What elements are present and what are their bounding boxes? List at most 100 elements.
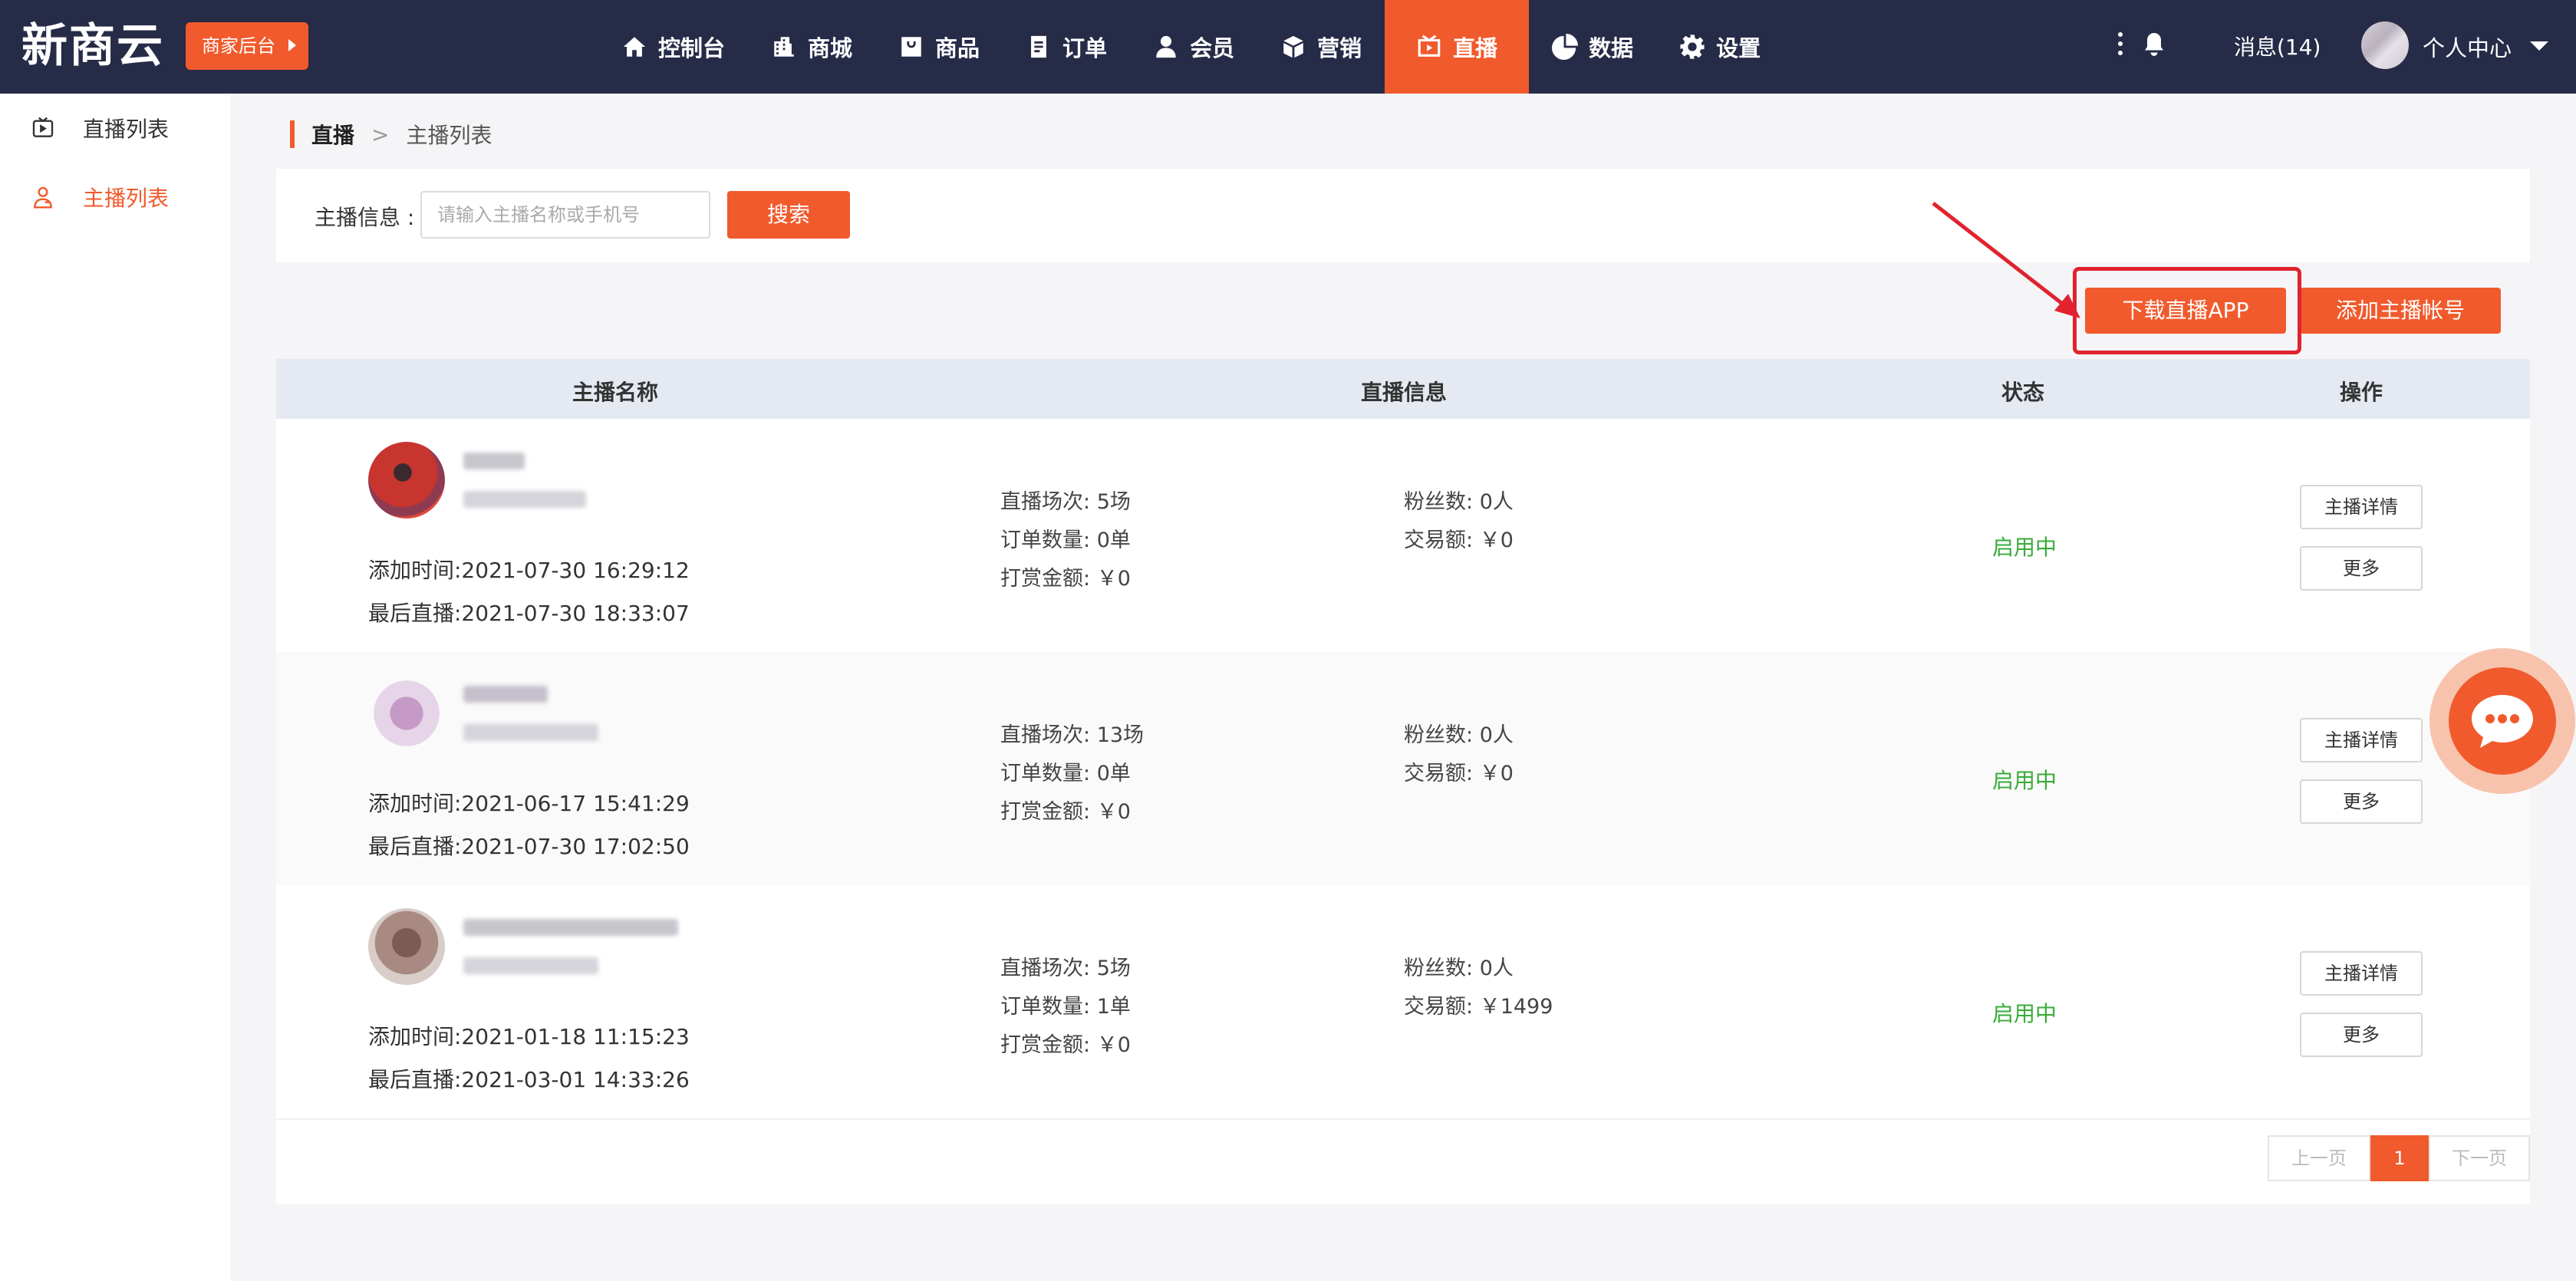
pagination: 上一页 1 下一页 <box>2268 1135 2530 1181</box>
page-number-current[interactable]: 1 <box>2370 1135 2429 1181</box>
order-count: 订单数量: 0单 <box>1000 529 1131 552</box>
nav-item-mall[interactable]: 商城 <box>748 0 875 94</box>
live-icon <box>1418 35 1441 57</box>
search-input[interactable] <box>420 191 710 239</box>
tip-amount: 打赏金额: ￥0 <box>1000 1033 1131 1057</box>
nav-item-marketing[interactable]: 营销 <box>1257 0 1385 94</box>
live-sessions: 直播场次: 13场 <box>1000 723 1145 747</box>
prev-page-button[interactable]: 上一页 <box>2268 1135 2370 1181</box>
trade-amount: 交易额: ￥0 <box>1404 529 1514 552</box>
nav-item-label: 数据 <box>1589 35 1634 61</box>
nav-item-orders[interactable]: 订单 <box>1003 0 1130 94</box>
add-anchor-account-button[interactable]: 添加主播帐号 <box>2300 288 2501 334</box>
sidebar-item-live-list[interactable]: 直播列表 <box>0 101 230 155</box>
nav-item-live[interactable]: 直播 <box>1385 0 1530 94</box>
more-button[interactable]: 更多 <box>2300 1013 2423 1057</box>
live-list-icon <box>32 117 54 137</box>
more-vertical-icon[interactable] <box>2118 32 2124 60</box>
added-time: 添加时间:2021-07-30 16:29:12 <box>368 558 690 583</box>
next-page-button[interactable]: 下一页 <box>2429 1135 2530 1181</box>
nav-item-label: 商城 <box>808 35 853 61</box>
anchor-phone-redacted <box>463 957 598 974</box>
pie-chart-icon <box>1552 34 1579 60</box>
anchor-phone-redacted <box>463 491 586 508</box>
added-time: 添加时间:2021-06-17 15:41:29 <box>368 791 690 816</box>
table-row: 添加时间:2021-07-30 16:29:12 最后直播:2021-07-30… <box>276 419 2530 652</box>
live-sessions: 直播场次: 5场 <box>1000 957 1131 980</box>
home-icon <box>623 37 646 57</box>
more-button[interactable]: 更多 <box>2300 779 2423 824</box>
nav-item-label: 会员 <box>1190 35 1235 61</box>
last-live-time: 最后直播:2021-03-01 14:33:26 <box>368 1067 690 1092</box>
avatar[interactable] <box>2361 21 2409 69</box>
table-row: 添加时间:2021-06-17 15:41:29 最后直播:2021-07-30… <box>276 652 2530 885</box>
breadcrumb-current: 主播列表 <box>406 123 492 148</box>
trade-amount: 交易额: ￥0 <box>1404 762 1514 785</box>
anchor-icon <box>34 186 52 209</box>
status-badge: 启用中 <box>1992 535 2057 560</box>
search-button[interactable]: 搜索 <box>727 191 850 239</box>
messages-link[interactable]: 消息(14) <box>2234 31 2321 61</box>
column-header-live-info: 直播信息 <box>1360 380 1448 405</box>
fan-count: 粉丝数: 0人 <box>1404 723 1514 747</box>
annotation-highlight-box <box>2073 267 2301 354</box>
avatar <box>368 908 445 985</box>
anchor-detail-button[interactable]: 主播详情 <box>2300 485 2423 529</box>
anchor-detail-button[interactable]: 主播详情 <box>2300 718 2423 762</box>
anchor-name-redacted <box>463 919 678 936</box>
merchant-backend-label: 商家后台 <box>202 35 275 57</box>
column-header-name: 主播名称 <box>572 380 659 405</box>
avatar <box>368 675 445 752</box>
order-icon <box>1031 35 1046 58</box>
nav-item-label: 控制台 <box>658 35 726 61</box>
column-header-status: 状态 <box>2001 380 2045 405</box>
sidebar-item-label: 主播列表 <box>83 186 170 211</box>
trade-amount: 交易额: ￥1499 <box>1404 995 1553 1019</box>
column-header-actions: 操作 <box>2339 380 2383 405</box>
nav-item-dashboard[interactable]: 控制台 <box>598 0 748 94</box>
bell-icon[interactable] <box>2140 31 2168 58</box>
top-navigation-bar: 新商云 商家后台 控制台 商城 商品 订单 会员 营销 直播 数据 设置 消息(… <box>0 0 2576 94</box>
chat-float-button[interactable] <box>2429 648 2575 794</box>
anchor-detail-button[interactable]: 主播详情 <box>2300 951 2423 996</box>
merchant-backend-button[interactable]: 商家后台 <box>186 22 308 70</box>
user-center-link[interactable]: 个人中心 <box>2423 31 2512 63</box>
more-button[interactable]: 更多 <box>2300 546 2423 591</box>
annotation-arrow-icon <box>1932 202 2080 318</box>
status-badge: 启用中 <box>1992 1001 2057 1026</box>
user-icon <box>1156 35 1176 58</box>
brand-logo[interactable]: 新商云 <box>21 17 164 75</box>
search-label: 主播信息 : <box>315 205 415 230</box>
box-icon <box>1283 35 1303 58</box>
nav-item-data[interactable]: 数据 <box>1529 0 1656 94</box>
breadcrumb: 直播 > 主播列表 <box>290 119 492 150</box>
tip-amount: 打赏金额: ￥0 <box>1000 567 1131 591</box>
nav-item-label: 商品 <box>935 35 980 61</box>
nav-item-products[interactable]: 商品 <box>875 0 1003 94</box>
avatar <box>368 442 445 519</box>
added-time: 添加时间:2021-01-18 11:15:23 <box>368 1024 690 1049</box>
building-icon <box>774 37 794 57</box>
anchor-name-redacted <box>463 453 525 469</box>
nav-item-label: 订单 <box>1062 35 1108 61</box>
caret-right-icon <box>288 39 296 51</box>
nav-item-members[interactable]: 会员 <box>1130 0 1257 94</box>
breadcrumb-separator: > <box>371 121 390 147</box>
chevron-down-icon[interactable] <box>2530 41 2548 51</box>
anchor-table: 主播名称 直播信息 状态 操作 添加时间:2021-07-30 16:29:12… <box>276 359 2530 1204</box>
fan-count: 粉丝数: 0人 <box>1404 490 1514 514</box>
search-panel: 主播信息 : 搜索 <box>276 169 2530 262</box>
chat-bubble-icon <box>2472 695 2533 748</box>
nav-item-settings[interactable]: 设置 <box>1656 0 1784 94</box>
anchor-name-redacted <box>463 686 548 703</box>
sidebar-item-anchor-list[interactable]: 主播列表 <box>0 170 230 224</box>
breadcrumb-accent-bar <box>290 120 295 148</box>
bag-icon <box>901 37 921 57</box>
nav-item-label: 直播 <box>1453 35 1498 61</box>
nav-item-label: 营销 <box>1317 35 1362 61</box>
breadcrumb-parent[interactable]: 直播 <box>311 119 354 150</box>
sidebar: 直播列表 主播列表 <box>0 94 230 1281</box>
last-live-time: 最后直播:2021-07-30 17:02:50 <box>368 834 690 859</box>
status-badge: 启用中 <box>1992 768 2057 793</box>
sidebar-item-label: 直播列表 <box>83 117 170 142</box>
